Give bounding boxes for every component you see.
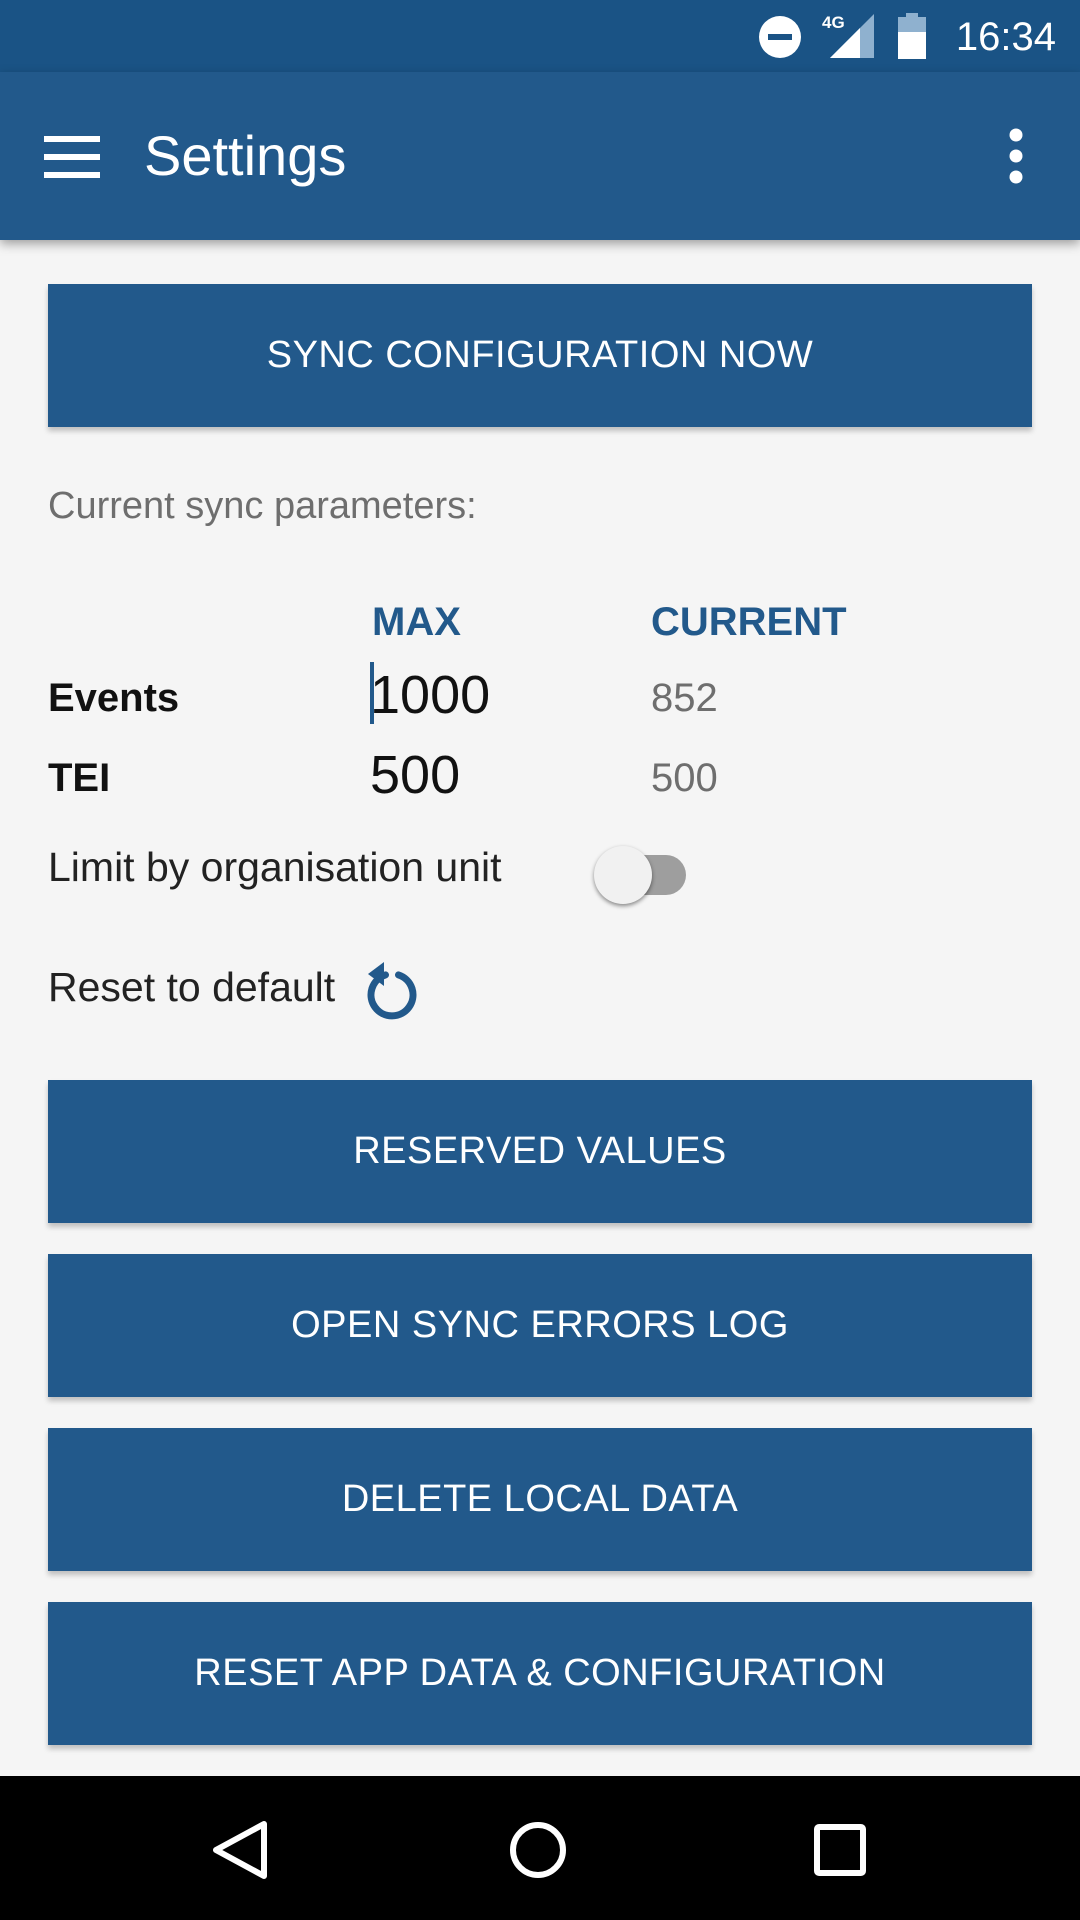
home-icon[interactable] <box>508 1820 568 1880</box>
settings-content[interactable]: SYNC CONFIGURATION NOW Current sync para… <box>0 240 1080 1776</box>
status-bar: 4G 16:34 <box>0 0 1080 72</box>
limit-org-unit-toggle[interactable] <box>594 840 690 910</box>
tei-current-value: 500 <box>651 756 718 800</box>
do-not-disturb-icon <box>759 16 801 58</box>
sync-parameters-label: Current sync parameters: <box>48 485 477 527</box>
battery-icon <box>898 13 926 59</box>
status-time: 16:34 <box>955 15 1056 59</box>
signal-icon: 4G <box>822 13 874 58</box>
menu-icon[interactable] <box>44 136 100 178</box>
more-vert-icon[interactable] <box>1008 128 1024 184</box>
reset-icon[interactable] <box>364 958 420 1020</box>
events-label: Events <box>48 676 180 720</box>
recents-icon[interactable] <box>810 1820 870 1880</box>
tei-label: TEI <box>48 756 111 800</box>
navigation-bar <box>0 1776 1080 1920</box>
reset-app-data-button[interactable]: RESET APP DATA & CONFIGURATION <box>48 1602 1032 1745</box>
delete-local-data-button[interactable]: DELETE LOCAL DATA <box>48 1428 1032 1571</box>
reset-to-default-label: Reset to default <box>48 964 336 1010</box>
events-max-input[interactable]: 1000 <box>370 664 490 726</box>
app-bar: Settings <box>0 72 1080 240</box>
tei-max-input[interactable]: 500 <box>370 744 460 806</box>
current-column-header: CURRENT <box>651 600 847 644</box>
reserved-values-button[interactable]: RESERVED VALUES <box>48 1080 1032 1223</box>
max-column-header: MAX <box>372 600 461 644</box>
network-type-label: 4G <box>822 13 845 32</box>
events-current-value: 852 <box>651 676 718 720</box>
open-sync-errors-log-button[interactable]: OPEN SYNC ERRORS LOG <box>48 1254 1032 1397</box>
toggle-thumb <box>594 846 652 904</box>
page-title: Settings <box>144 124 347 187</box>
sync-configuration-button[interactable]: SYNC CONFIGURATION NOW <box>48 284 1032 427</box>
back-icon[interactable] <box>210 1820 270 1880</box>
limit-org-unit-label: Limit by organisation unit <box>48 844 502 890</box>
